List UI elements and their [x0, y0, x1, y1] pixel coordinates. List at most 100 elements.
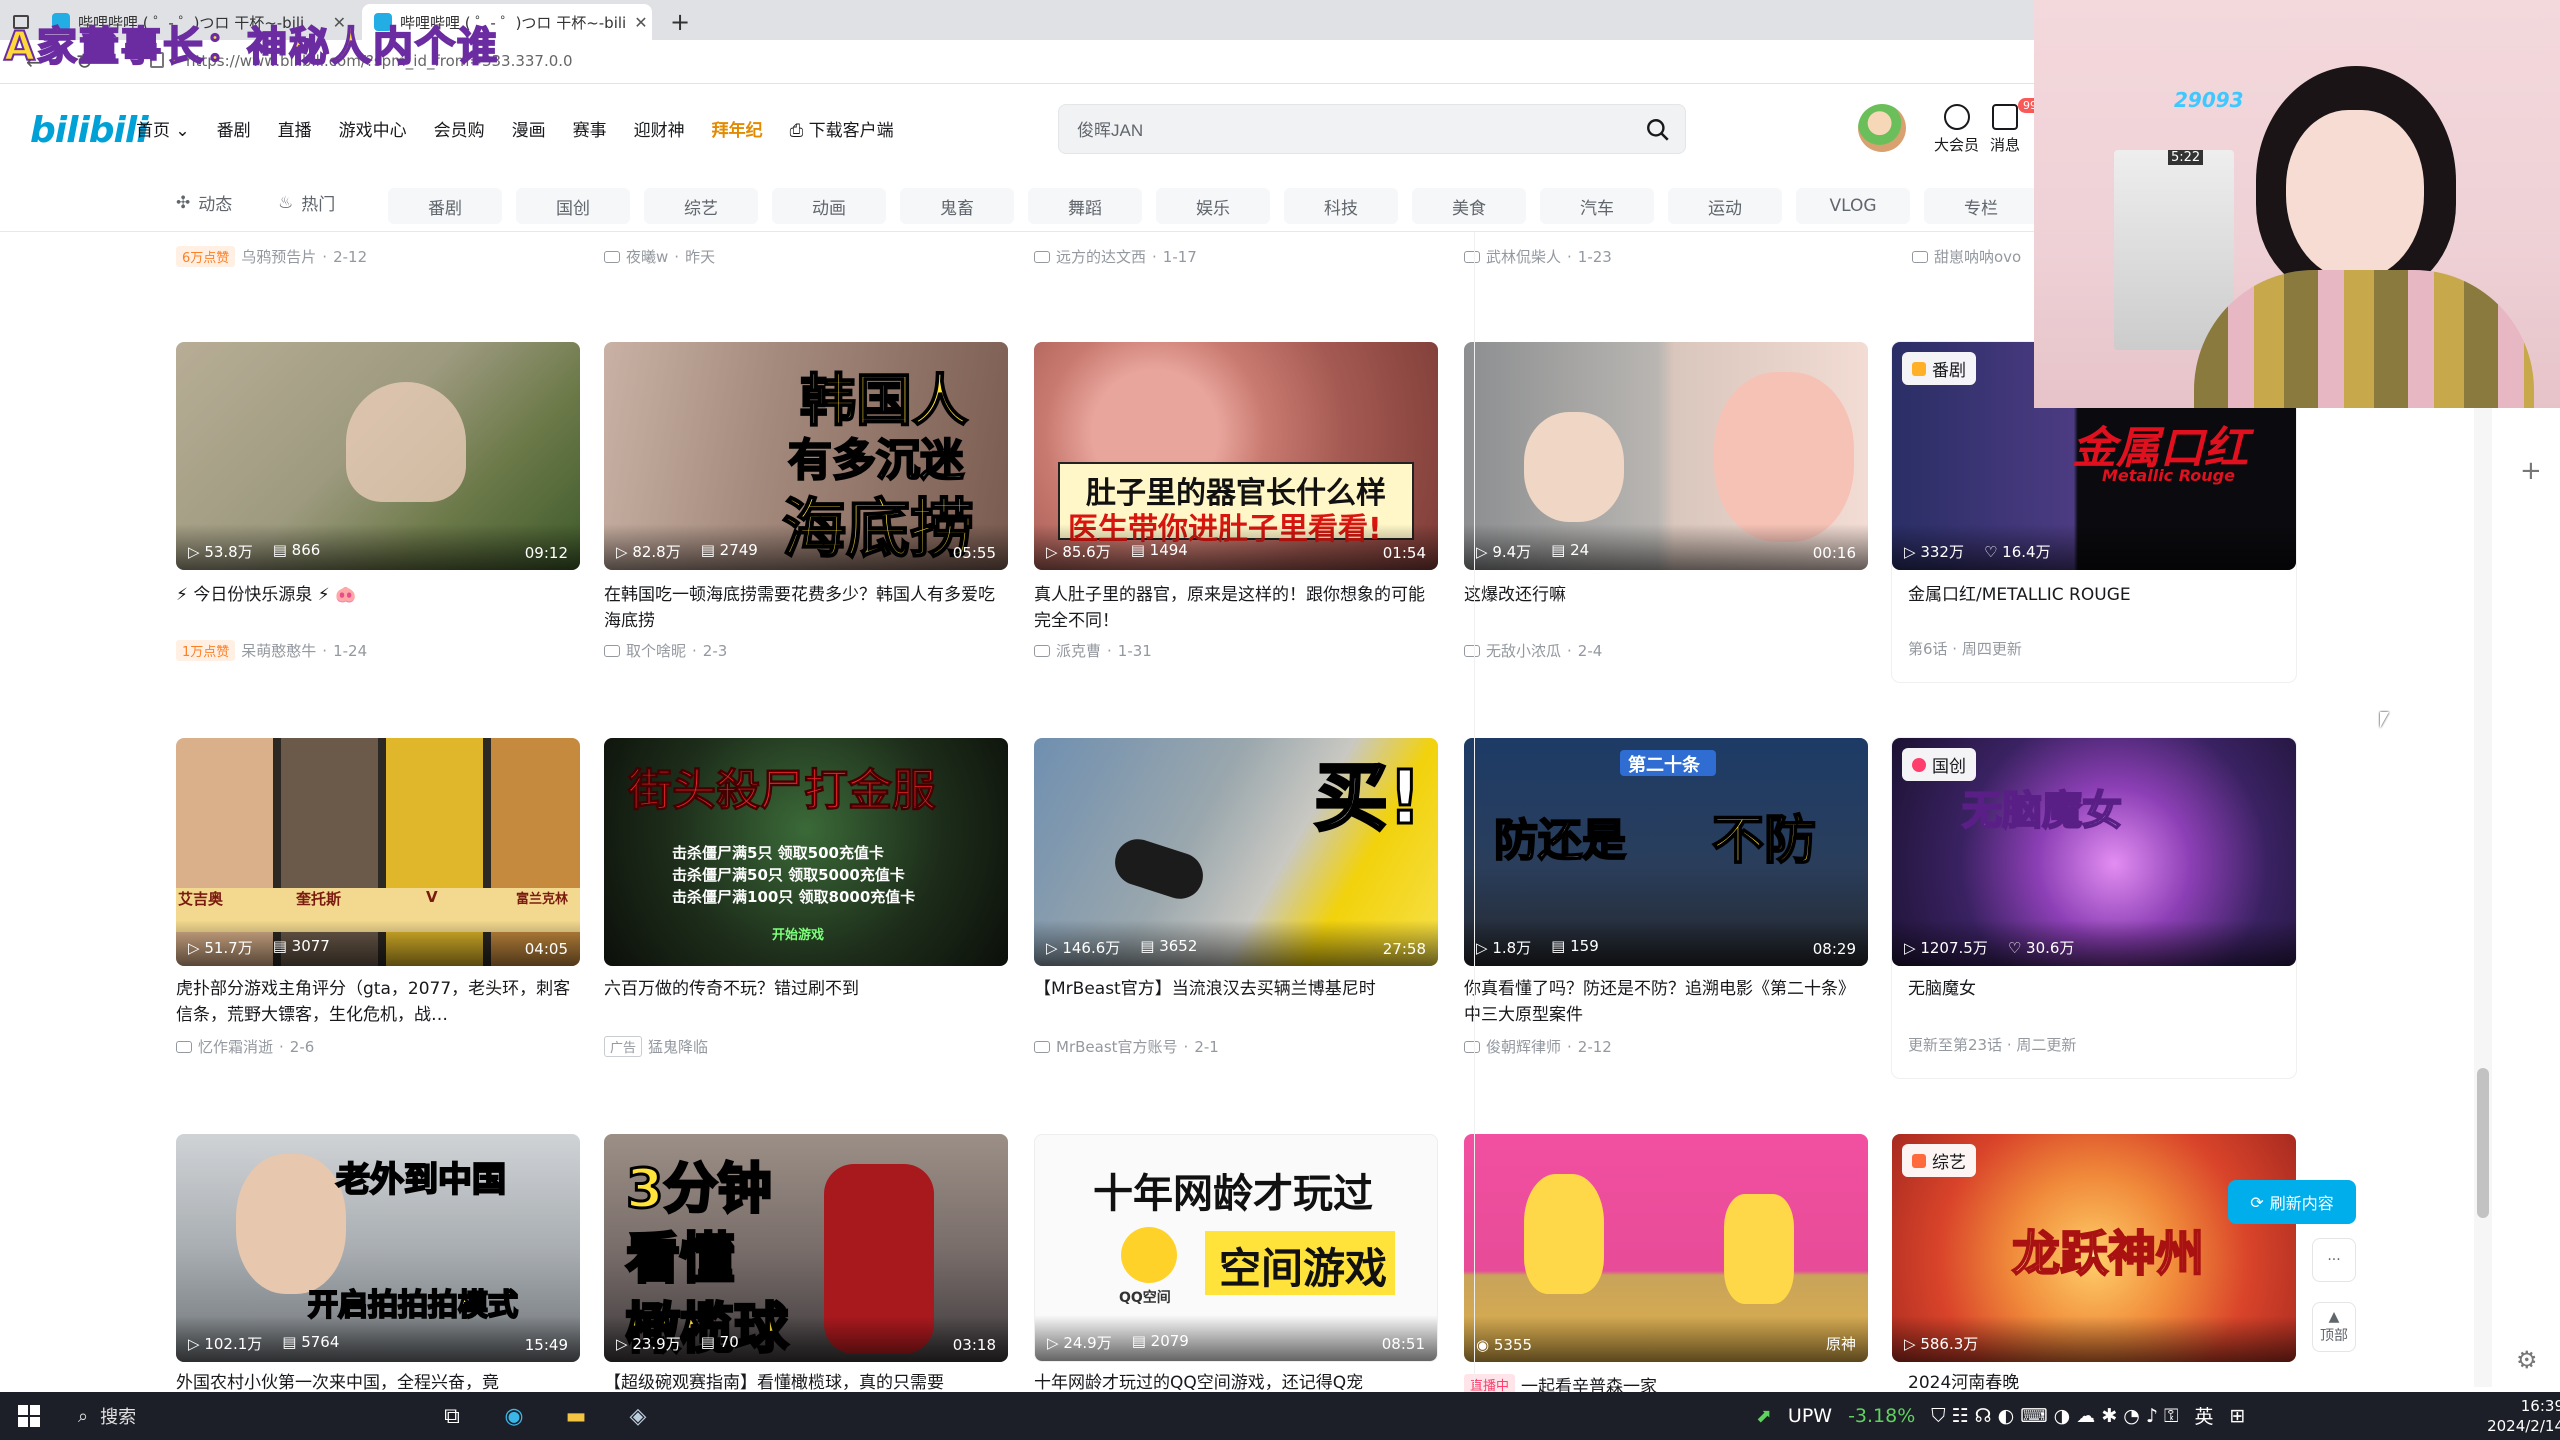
live-thumbnail[interactable]: ◉ 5355 原神	[1464, 1134, 1868, 1362]
video-thumbnail[interactable]: 艾吉奥 奎托斯 V 富兰克林 ▷ 51.7万 ▤ 3077 04:05	[176, 738, 580, 966]
chip-sports[interactable]: 运动	[1668, 188, 1782, 224]
refresh-content-button[interactable]: ⟳ 刷新内容	[2228, 1180, 2356, 1224]
card-meta[interactable]: 武林侃柴人 · 1-23	[1464, 246, 1612, 267]
card-meta[interactable]: 6万点赞 乌鸦预告片 · 2-12	[176, 246, 367, 267]
chip-kichiku[interactable]: 鬼畜	[900, 188, 1014, 224]
nav-manga[interactable]: 漫画	[512, 116, 546, 141]
author: 武林侃柴人	[1486, 248, 1562, 266]
video-title[interactable]: 十年网龄才玩过的QQ空间游戏，还记得Q宠	[1034, 1370, 1438, 1392]
chip-bangumi[interactable]: 番剧	[388, 188, 502, 224]
video-thumbnail[interactable]: 肚子里的器官长什么样 医生带你进肚子里看看! ▷ 85.6万▤ 1494 01:…	[1034, 342, 1438, 570]
guochuang-thumbnail[interactable]: 无脑魔女 国创 ▷ 1207.5万 ♡ 30.6万	[1892, 738, 2296, 966]
chip-dance[interactable]: 舞蹈	[1028, 188, 1142, 224]
dynamic-icon: ✣	[176, 192, 191, 213]
scrollbar-thumb[interactable]	[2477, 1068, 2489, 1218]
variety-thumbnail[interactable]: 龙跃神州 综艺 ▷ 586.3万	[1892, 1134, 2296, 1362]
chip-column[interactable]: 专栏	[1924, 188, 2038, 224]
card-meta[interactable]: 甜崽呐呐ovo	[1912, 246, 2021, 267]
video-thumbnail[interactable]: 韩国人 有多沉迷 海底捞 ▷ 82.8万▤ 2749 05:55	[604, 342, 1008, 570]
more-button[interactable]: ···	[2312, 1238, 2356, 1282]
video-title[interactable]: 【超级碗观赛指南】看懂橄榄球，真的只需要	[604, 1370, 1008, 1392]
variety-title[interactable]: 2024河南春晚	[1908, 1370, 2288, 1392]
search-input[interactable]	[1077, 118, 1617, 138]
thumbnail-text: 击杀僵尸满50只 领取5000充值卡	[672, 866, 905, 884]
chip-variety[interactable]: 综艺	[644, 188, 758, 224]
ad-title[interactable]: 六百万做的传奇不玩？错过刷不到	[604, 976, 1008, 1002]
thumbnail-text: 防还是	[1493, 814, 1627, 867]
gear-icon[interactable]: ⚙	[2516, 1346, 2538, 1374]
file-explorer-icon[interactable]: ▬	[556, 1398, 596, 1434]
video-thumbnail[interactable]: 3分钟 看懂 橄榄球 ▷ 23.9万▤ 70 03:18	[604, 1134, 1008, 1362]
video-thumbnail[interactable]: ▷ 9.4万 ▤ 24 00:16	[1464, 342, 1868, 570]
refresh-icon: ⟳	[2250, 1192, 2264, 1212]
video-title[interactable]: 在韩国吃一顿海底捞需要花费多少？韩国人有多爱吃海底捞	[604, 582, 1008, 634]
card-meta[interactable]: 取个啥昵 · 2-3	[604, 640, 727, 661]
video-thumbnail[interactable]: ▷ 53.8万 ▤ 866 09:12	[176, 342, 580, 570]
card-meta[interactable]: 忆作霜消逝 · 2-6	[176, 1036, 314, 1057]
steam-icon[interactable]: ◈	[618, 1398, 658, 1434]
nav-home[interactable]: 首页 ⌄	[136, 116, 190, 141]
keyboard-icon[interactable]: ⊞	[2230, 1405, 2246, 1427]
video-thumbnail[interactable]: 十年网龄才玩过 空间游戏 QQ空间 ▷ 24.9万 ▤ 2079 08:51	[1034, 1134, 1438, 1362]
nav-shop[interactable]: 会员购	[434, 116, 485, 141]
nav-download-client[interactable]: ⎙ 下载客户端	[790, 116, 894, 141]
chip-vlog[interactable]: VLOG	[1796, 188, 1910, 224]
divider	[1474, 232, 1475, 1387]
ad-thumbnail[interactable]: 街头殺尸打金服 击杀僵尸满5只 领取500充值卡 击杀僵尸满50只 领取5000…	[604, 738, 1008, 966]
video-title[interactable]: ⚡ 今日份快乐源泉 ⚡ 🐽	[176, 582, 580, 608]
new-tab-button[interactable]: +	[660, 4, 700, 40]
video-title[interactable]: 真人肚子里的器官，原来是这样的！跟你想象的可能完全不同！	[1034, 582, 1438, 634]
chip-entertainment[interactable]: 娱乐	[1156, 188, 1270, 224]
nav-caishen[interactable]: 迎财神	[634, 116, 685, 141]
thumbnail-text: 第二十条	[1628, 755, 1700, 776]
video-title[interactable]: 这爆改还行嘛	[1464, 582, 1868, 608]
video-title[interactable]: 虎扑部分游戏主角评分（gta，2077，老头环，刺客信条，荒野大镖客，生化危机，…	[176, 976, 580, 1028]
chip-car[interactable]: 汽车	[1540, 188, 1654, 224]
card-meta[interactable]: 广告 猛鬼降临	[604, 1036, 708, 1057]
video-thumbnail[interactable]: 第二十条 防还是 不防 ▷ 1.8万 ▤ 159 08:29	[1464, 738, 1868, 966]
tray-icons[interactable]: ⛉ ☷ ☊ ◐ ⌨ ◑ ☁ ✱ ◔ ♪ ⚿	[1931, 1405, 2178, 1427]
back-to-top-button[interactable]: ▲ 顶部	[2312, 1302, 2356, 1352]
card-meta[interactable]: 无敌小浓瓜 · 2-4	[1464, 640, 1602, 661]
video-title[interactable]: 你真看懂了吗？防还是不防？追溯电影《第二十条》中三大原型案件	[1464, 976, 1868, 1028]
search-box[interactable]	[1058, 104, 1686, 154]
chip-food[interactable]: 美食	[1412, 188, 1526, 224]
card-meta[interactable]: 1万点赞 呆萌憨憨牛 · 1-24	[176, 640, 367, 661]
video-title[interactable]: 外国农村小伙第一次来中国，全程兴奋，竟	[176, 1370, 580, 1392]
input-language[interactable]: 英	[2195, 1402, 2214, 1429]
chip-guochuang[interactable]: 国创	[516, 188, 630, 224]
windows-start-icon[interactable]	[18, 1405, 40, 1427]
message-entry[interactable]: 消息	[1990, 104, 2020, 155]
category-badge: 综艺	[1902, 1144, 1976, 1177]
guochuang-title[interactable]: 无脑魔女	[1908, 976, 2288, 1002]
plus-icon[interactable]: +	[2520, 456, 2542, 486]
video-thumbnail[interactable]: 老外到中国 开启拍拍拍模式 ▷ 102.1万 ▤ 5764 15:49	[176, 1134, 580, 1362]
edge-browser-icon[interactable]: ◉	[494, 1398, 534, 1434]
play-count: ▷ 53.8万	[188, 543, 253, 561]
card-meta[interactable]: 派克曹 · 1-31	[1034, 640, 1152, 661]
card-meta[interactable]: 夜曦w · 昨天	[604, 246, 715, 267]
card-meta[interactable]: 俊朝辉律师 · 2-12	[1464, 1036, 1612, 1057]
channel-dynamic[interactable]: ✣ 动态	[176, 190, 232, 216]
nav-game-center[interactable]: 游戏中心	[339, 116, 407, 141]
taskbar-search[interactable]: ⌕ 搜索	[70, 1396, 410, 1436]
vip-entry[interactable]: 大会员	[1934, 104, 1979, 155]
taskbar-clock[interactable]: 16:39 2024/2/14	[2480, 1396, 2560, 1436]
task-view-icon[interactable]: ⧉	[432, 1398, 472, 1434]
card-meta[interactable]: MrBeast官方账号 · 2-1	[1034, 1036, 1219, 1057]
chip-tech[interactable]: 科技	[1284, 188, 1398, 224]
channel-hot[interactable]: ♨ 热门	[278, 190, 335, 216]
nav-live[interactable]: 直播	[278, 116, 312, 141]
close-tab-icon[interactable]: ✕	[626, 13, 647, 32]
search-icon[interactable]	[1645, 117, 1671, 143]
bangumi-title[interactable]: 金属口红/METALLIC ROUGE	[1908, 582, 2288, 608]
nav-anime[interactable]: 番剧	[217, 116, 251, 141]
chip-animation[interactable]: 动画	[772, 188, 886, 224]
card-meta[interactable]: 远方的达文西 · 1-17	[1034, 246, 1197, 267]
avatar[interactable]	[1858, 104, 1906, 152]
video-thumbnail[interactable]: 买! ▷ 146.6万 ▤ 3652 27:58	[1034, 738, 1438, 966]
video-title[interactable]: 【MrBeast官方】当流浪汉去买辆兰博基尼时	[1034, 976, 1438, 1002]
nav-bainianji[interactable]: 拜年纪	[712, 116, 763, 141]
bilibili-logo[interactable]: bilibili	[30, 110, 149, 151]
nav-esports[interactable]: 赛事	[573, 116, 607, 141]
